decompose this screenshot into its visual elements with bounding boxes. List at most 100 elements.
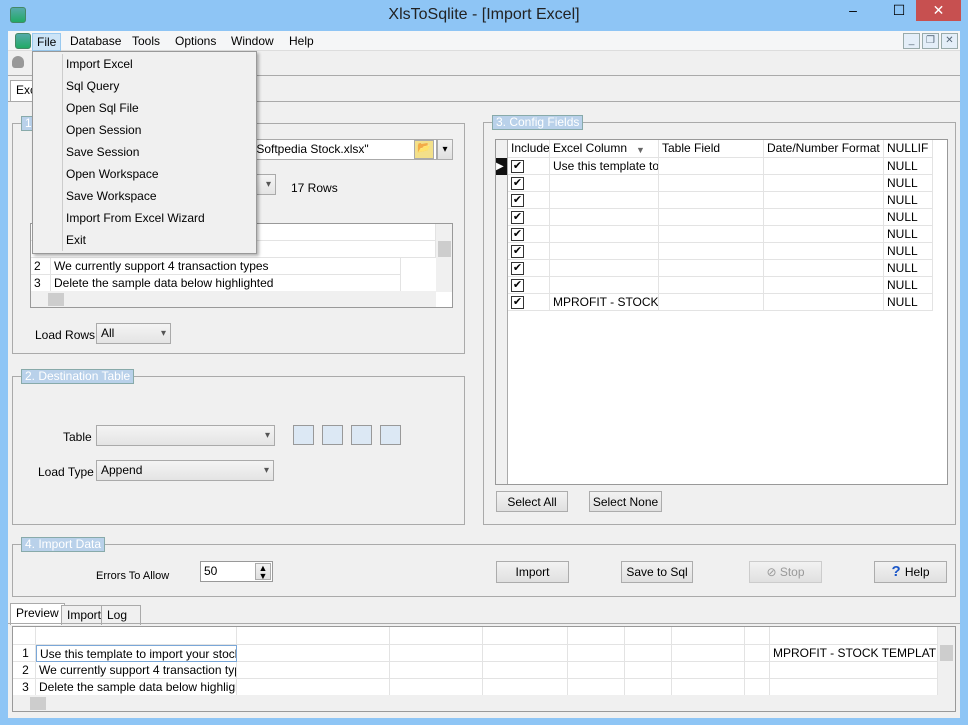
preview-cell[interactable] — [237, 679, 390, 696]
help-button[interactable]: ? Help — [874, 561, 947, 583]
config-cell[interactable] — [764, 226, 884, 243]
file-menu-item[interactable]: Import From Excel Wizard — [66, 207, 254, 229]
nullif-cell[interactable]: NULL — [884, 260, 933, 277]
config-cell[interactable] — [764, 192, 884, 209]
include-checkbox[interactable]: ✔ — [511, 160, 524, 173]
preview-cell[interactable] — [672, 662, 745, 679]
save-to-sql-button[interactable]: Save to Sql — [621, 561, 693, 583]
file-menu-item[interactable]: Exit — [66, 229, 254, 251]
preview-cell[interactable] — [483, 662, 568, 679]
column-header[interactable]: Date/Number Format — [764, 140, 884, 158]
tab-preview[interactable]: Preview — [10, 603, 65, 625]
config-cell[interactable] — [659, 226, 764, 243]
preview-cell[interactable] — [483, 645, 568, 662]
config-cell[interactable]: MPROFIT - STOCK... — [550, 294, 659, 311]
config-cell[interactable] — [659, 243, 764, 260]
preview-cell[interactable] — [390, 679, 483, 696]
menu-file[interactable]: File — [32, 33, 62, 51]
config-cell[interactable] — [659, 260, 764, 277]
config-cell[interactable] — [659, 294, 764, 311]
tab-log[interactable]: Log — [101, 605, 141, 625]
config-cell[interactable] — [659, 192, 764, 209]
menu-window[interactable]: Window — [227, 33, 278, 51]
config-cell[interactable] — [764, 294, 884, 311]
preview-cell[interactable] — [672, 645, 745, 662]
file-history-dropdown[interactable]: ▾ — [437, 139, 453, 160]
file-menu-item[interactable]: Open Workspace — [66, 163, 254, 185]
config-cell[interactable] — [550, 175, 659, 192]
preview-horizontal-scrollbar[interactable] — [13, 695, 955, 711]
table-select[interactable]: ▾ — [96, 425, 275, 446]
menu-help[interactable]: Help — [285, 33, 318, 51]
include-checkbox[interactable]: ✔ — [511, 177, 524, 190]
file-menu-item[interactable]: Open Session — [66, 119, 254, 141]
mdi-close-button[interactable]: ✕ — [941, 33, 958, 49]
config-cell[interactable] — [550, 277, 659, 294]
config-cell[interactable]: Use this template to... — [550, 158, 659, 175]
preview-cell[interactable] — [568, 645, 625, 662]
column-header[interactable]: Table Field — [659, 140, 764, 158]
menu-tools[interactable]: Tools — [128, 33, 164, 51]
preview-cell[interactable] — [745, 645, 770, 662]
file-menu-item[interactable]: Import Excel — [66, 53, 254, 75]
nullif-cell[interactable]: NULL — [884, 158, 933, 175]
config-cell[interactable] — [550, 260, 659, 277]
preview-cell[interactable] — [625, 679, 672, 696]
nullif-cell[interactable]: NULL — [884, 226, 933, 243]
include-checkbox[interactable]: ✔ — [511, 279, 524, 292]
nullif-cell[interactable]: NULL — [884, 209, 933, 226]
nullif-cell[interactable]: NULL — [884, 243, 933, 260]
preview-cell[interactable] — [625, 662, 672, 679]
preview-vertical-scrollbar[interactable] — [938, 627, 955, 695]
config-cell[interactable] — [659, 175, 764, 192]
config-cell[interactable] — [764, 277, 884, 294]
preview-cell[interactable]: MPROFIT - STOCK TEMPLATE - — [770, 645, 938, 662]
open-folder-icon[interactable]: 📂 — [414, 140, 434, 159]
config-cell[interactable] — [550, 209, 659, 226]
file-path-input[interactable]: S\Softpedia Stock.xlsx" — [240, 139, 437, 160]
select-all-button[interactable]: Select All — [496, 491, 568, 512]
nullif-cell[interactable]: NULL — [884, 294, 933, 311]
preview-cell[interactable] — [745, 662, 770, 679]
config-cell[interactable] — [659, 209, 764, 226]
include-checkbox[interactable]: ✔ — [511, 211, 524, 224]
config-cell[interactable] — [764, 158, 884, 175]
mdi-restore-button[interactable]: ❐ — [922, 33, 939, 49]
search-table-icon[interactable] — [351, 425, 372, 445]
file-menu-item[interactable]: Save Workspace — [66, 185, 254, 207]
preview-cell[interactable]: We currently support 4 transaction types — [36, 662, 237, 679]
import-button[interactable]: Import — [496, 561, 569, 583]
preview-cell[interactable] — [237, 645, 390, 662]
preview-cell[interactable] — [568, 679, 625, 696]
include-checkbox[interactable]: ✔ — [511, 228, 524, 241]
table-row-cell[interactable]: We currently support 4 transaction types — [51, 258, 401, 275]
preview-cell[interactable] — [390, 662, 483, 679]
stop-button[interactable]: ⊘ Stop — [749, 561, 822, 583]
menu-options[interactable]: Options — [171, 33, 220, 51]
preview-cell[interactable] — [770, 662, 938, 679]
config-cell[interactable] — [550, 243, 659, 260]
errors-spinner[interactable]: ▲ ▼ — [255, 563, 271, 581]
select-none-button[interactable]: Select None — [589, 491, 662, 512]
preview-cell[interactable]: Delete the sample data below highlighted — [36, 679, 237, 696]
mdi-minimize-button[interactable]: _ — [903, 33, 920, 49]
menu-database[interactable]: Database — [66, 33, 125, 51]
include-checkbox[interactable]: ✔ — [511, 245, 524, 258]
column-header[interactable]: Include — [508, 140, 550, 158]
include-checkbox[interactable]: ✔ — [511, 262, 524, 275]
refresh-table-icon[interactable] — [322, 425, 343, 445]
config-cell[interactable] — [550, 226, 659, 243]
preview-cell[interactable] — [568, 662, 625, 679]
user-icon[interactable] — [12, 56, 24, 68]
column-header[interactable]: NULLIF — [884, 140, 933, 158]
include-checkbox[interactable]: ✔ — [511, 296, 524, 309]
preview-cell[interactable] — [625, 645, 672, 662]
preview-cell[interactable] — [672, 679, 745, 696]
file-menu-item[interactable]: Open Sql File — [66, 97, 254, 119]
horizontal-scrollbar[interactable] — [31, 291, 436, 307]
file-menu-item[interactable]: Sql Query — [66, 75, 254, 97]
load-rows-select[interactable]: All ▾ — [96, 323, 171, 344]
preview-cell[interactable] — [745, 679, 770, 696]
close-button[interactable]: ✕ — [916, 0, 961, 21]
config-cell[interactable] — [550, 192, 659, 209]
